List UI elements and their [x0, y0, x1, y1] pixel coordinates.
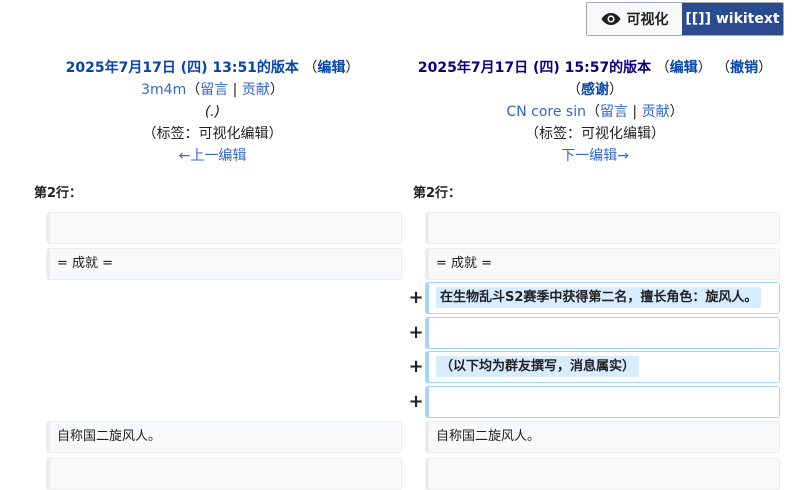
- view-toggle: 可视化 [[]] wikitext: [586, 2, 784, 36]
- added-line-marker: +: [408, 287, 424, 308]
- added-line: [425, 386, 780, 418]
- wikitext-diff-button[interactable]: [[]] wikitext: [682, 3, 783, 35]
- new-line-number: 第2行：: [413, 186, 462, 201]
- old-context-row: = 成就 =: [46, 248, 402, 280]
- new-context-row: = 成就 =: [425, 248, 780, 280]
- added-line: 在生物乱斗S2赛季中获得第二名，擅长角色：旋风人。: [425, 282, 780, 314]
- new-context-row: [425, 458, 780, 490]
- new-tags: （标签：可视化编辑）: [525, 126, 665, 142]
- added-line-marker: +: [408, 322, 424, 343]
- undo-link[interactable]: 撤销: [730, 60, 758, 76]
- wikitext-label: [[]] wikitext: [685, 11, 780, 27]
- visual-diff-button[interactable]: 可视化: [587, 3, 682, 35]
- new-user-link[interactable]: CN core sin: [506, 104, 586, 120]
- new-revision-header: 2025年7月17日 (四) 15:57的版本 （编辑） （撤销） （感谢） C…: [417, 60, 773, 164]
- next-edit-link[interactable]: 下一编辑→: [561, 148, 629, 164]
- new-context-row: [425, 212, 780, 244]
- visual-label: 可视化: [626, 12, 669, 28]
- new-revision-link[interactable]: 2025年7月17日 (四) 15:57的版本: [418, 60, 651, 76]
- old-line-number: 第2行：: [34, 186, 83, 201]
- old-context-row: 自称国二旋风人。: [46, 421, 402, 453]
- old-revision-link[interactable]: 2025年7月17日 (四) 13:51的版本: [66, 60, 299, 76]
- old-context-row: [46, 212, 402, 244]
- old-revision-header: 2025年7月17日 (四) 13:51的版本 （编辑） 3m4m（留言 | 贡…: [65, 60, 360, 164]
- old-tags: （标签：可视化编辑）: [142, 126, 283, 142]
- old-contribs-link[interactable]: 贡献: [242, 82, 270, 98]
- added-line: [425, 317, 780, 349]
- added-line-marker: +: [408, 391, 424, 412]
- old-context-row: [46, 458, 402, 490]
- new-edit-link[interactable]: 编辑: [670, 60, 698, 76]
- old-user-link[interactable]: 3m4m: [141, 82, 186, 98]
- old-edit-summary: (.): [204, 104, 221, 120]
- old-edit-link[interactable]: 编辑: [317, 60, 345, 76]
- eye-icon: [601, 13, 620, 25]
- new-contribs-link[interactable]: 贡献: [642, 104, 670, 120]
- prev-edit-link[interactable]: ←上一编辑: [179, 148, 247, 164]
- added-line-marker: +: [408, 356, 424, 377]
- new-talk-link[interactable]: 留言: [600, 104, 628, 120]
- added-text: （以下均为群友撰写，消息属实）: [436, 356, 640, 377]
- old-talk-link[interactable]: 留言: [200, 82, 228, 98]
- thank-link[interactable]: 感谢: [581, 82, 609, 98]
- added-text: 在生物乱斗S2赛季中获得第二名，擅长角色：旋风人。: [436, 287, 762, 308]
- added-line: （以下均为群友撰写，消息属实）: [425, 351, 780, 383]
- new-context-row: 自称国二旋风人。: [425, 421, 780, 453]
